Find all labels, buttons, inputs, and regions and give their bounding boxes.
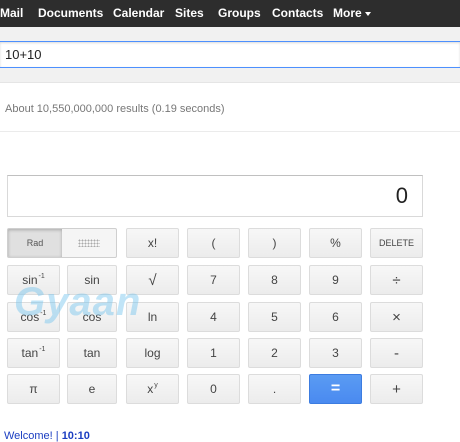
cos-key[interactable]: cos	[67, 302, 117, 332]
arctan-label: tan	[21, 346, 39, 360]
nav-sites[interactable]: Sites	[175, 6, 204, 20]
arctan-key[interactable]: tan -1	[7, 338, 60, 368]
digit-9-key[interactable]: 9	[309, 265, 362, 295]
divide-key[interactable]: ÷	[370, 265, 423, 295]
nav-groups[interactable]: Groups	[218, 6, 261, 20]
ln-key[interactable]: ln	[126, 302, 179, 332]
digit-5-key[interactable]: 5	[248, 302, 301, 332]
pi-key[interactable]: π	[7, 374, 60, 404]
digit-0-key[interactable]: 0	[187, 374, 240, 404]
digit-8-key[interactable]: 8	[248, 265, 301, 295]
deg-mode-dots	[78, 239, 100, 247]
digit-1-key[interactable]: 1	[187, 338, 240, 368]
open-paren-key[interactable]: (	[187, 228, 240, 258]
search-input[interactable]	[0, 41, 460, 68]
equals-key[interactable]: =	[309, 374, 362, 404]
welcome-link[interactable]: Welcome!	[4, 430, 53, 442]
nav-documents[interactable]: Documents	[38, 6, 103, 20]
results-stats: About 10,550,000,000 results (0.19 secon…	[5, 103, 225, 115]
inverse-superscript: -1	[40, 309, 47, 317]
digit-3-key[interactable]: 3	[309, 338, 362, 368]
decimal-key[interactable]: .	[248, 374, 301, 404]
footer: Welcome! | 10:10	[4, 430, 90, 442]
display-value: 0	[395, 183, 408, 208]
close-paren-key[interactable]: )	[248, 228, 301, 258]
power-label: x	[147, 382, 154, 396]
inverse-superscript: -1	[38, 272, 45, 280]
nav-calendar[interactable]: Calendar	[113, 6, 164, 20]
digit-2-key[interactable]: 2	[248, 338, 301, 368]
inverse-superscript: -1	[39, 345, 46, 353]
angle-mode-toggle: Rad	[7, 228, 117, 258]
power-key[interactable]: xy	[126, 374, 179, 404]
delete-key[interactable]: DELETE	[370, 228, 423, 258]
power-superscript: y	[154, 381, 158, 389]
deg-mode-button[interactable]	[62, 229, 116, 257]
search-band	[0, 27, 460, 83]
log-key[interactable]: log	[126, 338, 179, 368]
divider	[0, 131, 460, 132]
subtract-key[interactable]: -	[370, 338, 423, 368]
tan-key[interactable]: tan	[67, 338, 117, 368]
nav-contacts[interactable]: Contacts	[272, 6, 323, 20]
sqrt-key[interactable]: √	[126, 265, 179, 295]
add-key[interactable]: +	[370, 374, 423, 404]
sin-key[interactable]: sin	[67, 265, 117, 295]
arcsin-label: sin	[22, 273, 38, 287]
footer-separator: |	[55, 430, 59, 442]
nav-mail[interactable]: Mail	[0, 6, 23, 20]
nav-more[interactable]: More	[333, 6, 371, 20]
e-key[interactable]: e	[67, 374, 117, 404]
percent-key[interactable]: %	[309, 228, 362, 258]
digit-4-key[interactable]: 4	[187, 302, 240, 332]
arccos-label: cos	[20, 310, 40, 324]
multiply-key[interactable]: ×	[370, 302, 423, 332]
rad-mode-button[interactable]: Rad	[8, 229, 62, 257]
factorial-key[interactable]: x!	[126, 228, 179, 258]
footer-time: 10:10	[61, 430, 90, 442]
arccos-key[interactable]: cos -1	[7, 302, 60, 332]
arcsin-key[interactable]: sin -1	[7, 265, 60, 295]
top-navigation-bar: Mail Documents Calendar Sites Groups Con…	[0, 0, 460, 27]
digit-7-key[interactable]: 7	[187, 265, 240, 295]
digit-6-key[interactable]: 6	[309, 302, 362, 332]
chevron-down-icon	[364, 11, 371, 16]
calculator-display: 0	[7, 175, 423, 217]
rad-mode-label: Rad	[26, 238, 44, 248]
nav-more-label: More	[333, 6, 362, 20]
